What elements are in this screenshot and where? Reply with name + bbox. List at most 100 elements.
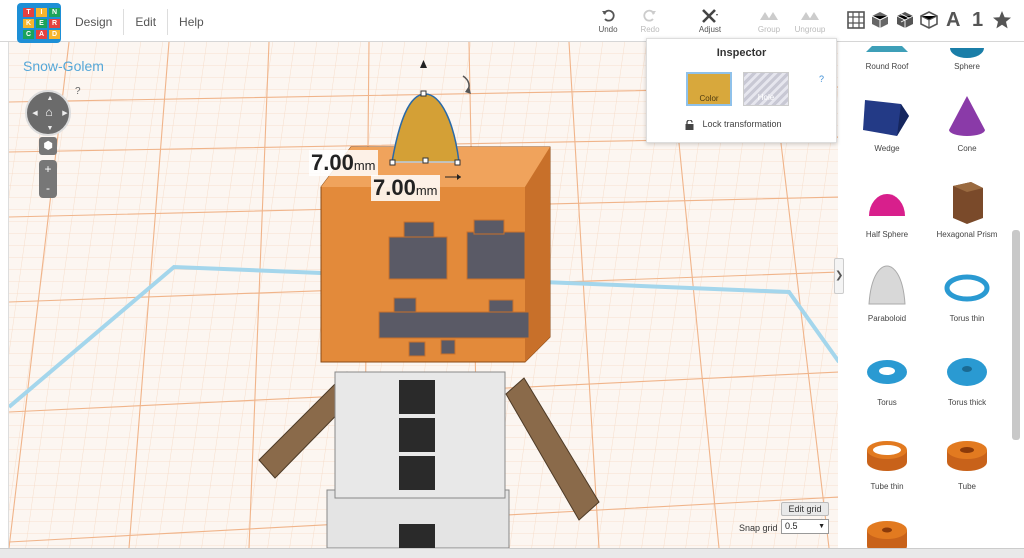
inspector-panel: Inspector ? Color Hole Lock transformati…	[646, 38, 837, 143]
redo-button[interactable]: Redo	[628, 8, 672, 38]
round-roof-icon	[866, 46, 908, 52]
dimension-value: 7.00	[311, 150, 354, 175]
zoom-out-button[interactable]: -	[39, 179, 57, 198]
shape-half-sphere[interactable]: Half Sphere	[844, 180, 930, 239]
group-icon	[747, 8, 791, 25]
view-help-icon[interactable]: ?	[75, 86, 81, 97]
logo-letter: T	[23, 8, 34, 17]
shape-label: Wedge	[874, 144, 900, 153]
shape-sphere[interactable]: Sphere	[924, 42, 1010, 71]
shape-label: Cone	[957, 144, 977, 153]
view-nav-wheel[interactable]: ▲ ▼ ◀ ▶ ⌂	[25, 90, 71, 136]
color-swatch-button[interactable]: Color	[686, 72, 732, 106]
adjust-icon	[688, 8, 732, 25]
main-menu: Design Edit Help	[64, 9, 215, 35]
shape-torus[interactable]: Torus	[844, 348, 930, 407]
redo-icon	[628, 8, 672, 25]
color-label: Color	[699, 94, 719, 103]
orbit-left-icon[interactable]: ◀	[30, 109, 40, 119]
collapse-panel-chevron-icon[interactable]: ❯	[834, 258, 844, 294]
orbit-up-icon[interactable]: ▲	[45, 94, 55, 104]
dimension-width-label[interactable]: 7.00mm	[309, 150, 378, 176]
star-icon[interactable]	[992, 7, 1012, 33]
top-bar: T I N K E R C A D Design Edit Help Undo …	[0, 0, 1024, 43]
snap-grid-select[interactable]: 0.5 ▼	[781, 519, 829, 534]
text-icon[interactable]: A	[943, 7, 963, 33]
logo-letter: A	[36, 30, 47, 39]
dimension-value: 7.00	[373, 175, 416, 200]
resize-handle	[422, 157, 429, 164]
body-button	[399, 456, 435, 490]
hole-label: Hole	[757, 93, 775, 102]
shape-label: Torus	[877, 398, 897, 407]
logo-letter: E	[36, 19, 47, 28]
shape-wedge[interactable]: Wedge	[844, 94, 930, 153]
shape-round-roof[interactable]: Round Roof	[844, 42, 930, 71]
resize-handle	[420, 90, 427, 97]
tube-thin-icon	[867, 441, 907, 471]
shape-tube[interactable]: Tube	[924, 432, 1010, 491]
tinkercad-logo[interactable]: T I N K E R C A D	[17, 3, 61, 43]
lock-transformation-toggle[interactable]: Lock transformation	[685, 119, 782, 131]
logo-letter: I	[36, 8, 47, 17]
shape-cone[interactable]: Cone	[924, 94, 1010, 153]
logo-letter: D	[49, 30, 60, 39]
shape-tube-thin[interactable]: Tube thin	[844, 432, 930, 491]
cube-outline-icon[interactable]	[919, 7, 939, 33]
shape-label: Torus thin	[949, 314, 985, 323]
shapes-panel: Round Roof Sphere Wedge Cone Half Sphere…	[844, 42, 1020, 558]
body-button	[399, 380, 435, 414]
lock-label: Lock transformation	[702, 119, 782, 129]
shape-torus-thick[interactable]: Torus thick	[924, 348, 1010, 407]
ungroup-label: Ungroup	[794, 25, 826, 34]
edit-grid-button[interactable]: Edit grid	[781, 502, 829, 516]
shape-paraboloid[interactable]: Paraboloid	[844, 264, 930, 323]
torus-thin-icon	[944, 274, 990, 302]
adjust-button[interactable]: Adjust	[688, 8, 732, 38]
shape-torus-thin[interactable]: Torus thin	[924, 264, 1010, 323]
sphere-icon	[950, 48, 984, 58]
shape-label: Hexagonal Prism	[936, 230, 998, 239]
resize-handle	[389, 159, 396, 166]
group-button[interactable]: Group	[747, 8, 791, 38]
home-view-icon[interactable]: ⌂	[42, 105, 56, 119]
chevron-down-icon: ▼	[818, 523, 825, 530]
group-label: Group	[757, 25, 781, 34]
shape-label: Paraboloid	[867, 314, 907, 323]
dimension-length-label[interactable]: 7.00mm	[371, 175, 440, 201]
menu-edit[interactable]: Edit	[124, 9, 169, 35]
inspector-help-icon[interactable]: ?	[819, 74, 824, 84]
shape-label: Sphere	[954, 62, 980, 71]
redo-label: Redo	[640, 25, 660, 34]
number-icon[interactable]: 1	[967, 7, 987, 33]
hole-swatch-button[interactable]: Hole	[743, 72, 789, 106]
body-button	[399, 524, 435, 548]
torus-icon	[867, 360, 907, 384]
orthographic-view-icon[interactable]: ⬢	[39, 137, 57, 155]
lock-icon	[685, 119, 694, 131]
document-title[interactable]: Snow-Golem	[23, 58, 104, 74]
shape-label: Round Roof	[865, 62, 909, 71]
half-sphere-icon	[869, 194, 905, 216]
shapes-panel-scrollbar[interactable]	[1012, 230, 1020, 440]
dimension-unit: mm	[415, 183, 438, 198]
zoom-in-button[interactable]: +	[39, 160, 57, 179]
paraboloid-icon	[868, 265, 906, 305]
menu-help[interactable]: Help	[168, 9, 215, 35]
undo-button[interactable]: Undo	[586, 8, 630, 38]
shape-hexagonal-prism[interactable]: Hexagonal Prism	[924, 180, 1010, 239]
tube-icon	[947, 441, 987, 471]
grid-icon[interactable]	[846, 7, 866, 33]
logo-letter: C	[23, 30, 34, 39]
cube-solid-icon[interactable]	[870, 7, 890, 33]
orbit-right-icon[interactable]: ▶	[60, 109, 70, 119]
ungroup-button[interactable]: Ungroup	[788, 8, 832, 38]
cone-icon	[949, 96, 985, 136]
adjust-label: Adjust	[698, 25, 722, 34]
shape-label: Half Sphere	[865, 230, 909, 239]
hexagonal-prism-icon	[953, 182, 983, 224]
cube-multi-icon[interactable]	[895, 7, 915, 33]
orbit-down-icon[interactable]: ▼	[45, 124, 55, 134]
menu-design[interactable]: Design	[64, 9, 125, 35]
logo-letter: K	[23, 19, 34, 28]
